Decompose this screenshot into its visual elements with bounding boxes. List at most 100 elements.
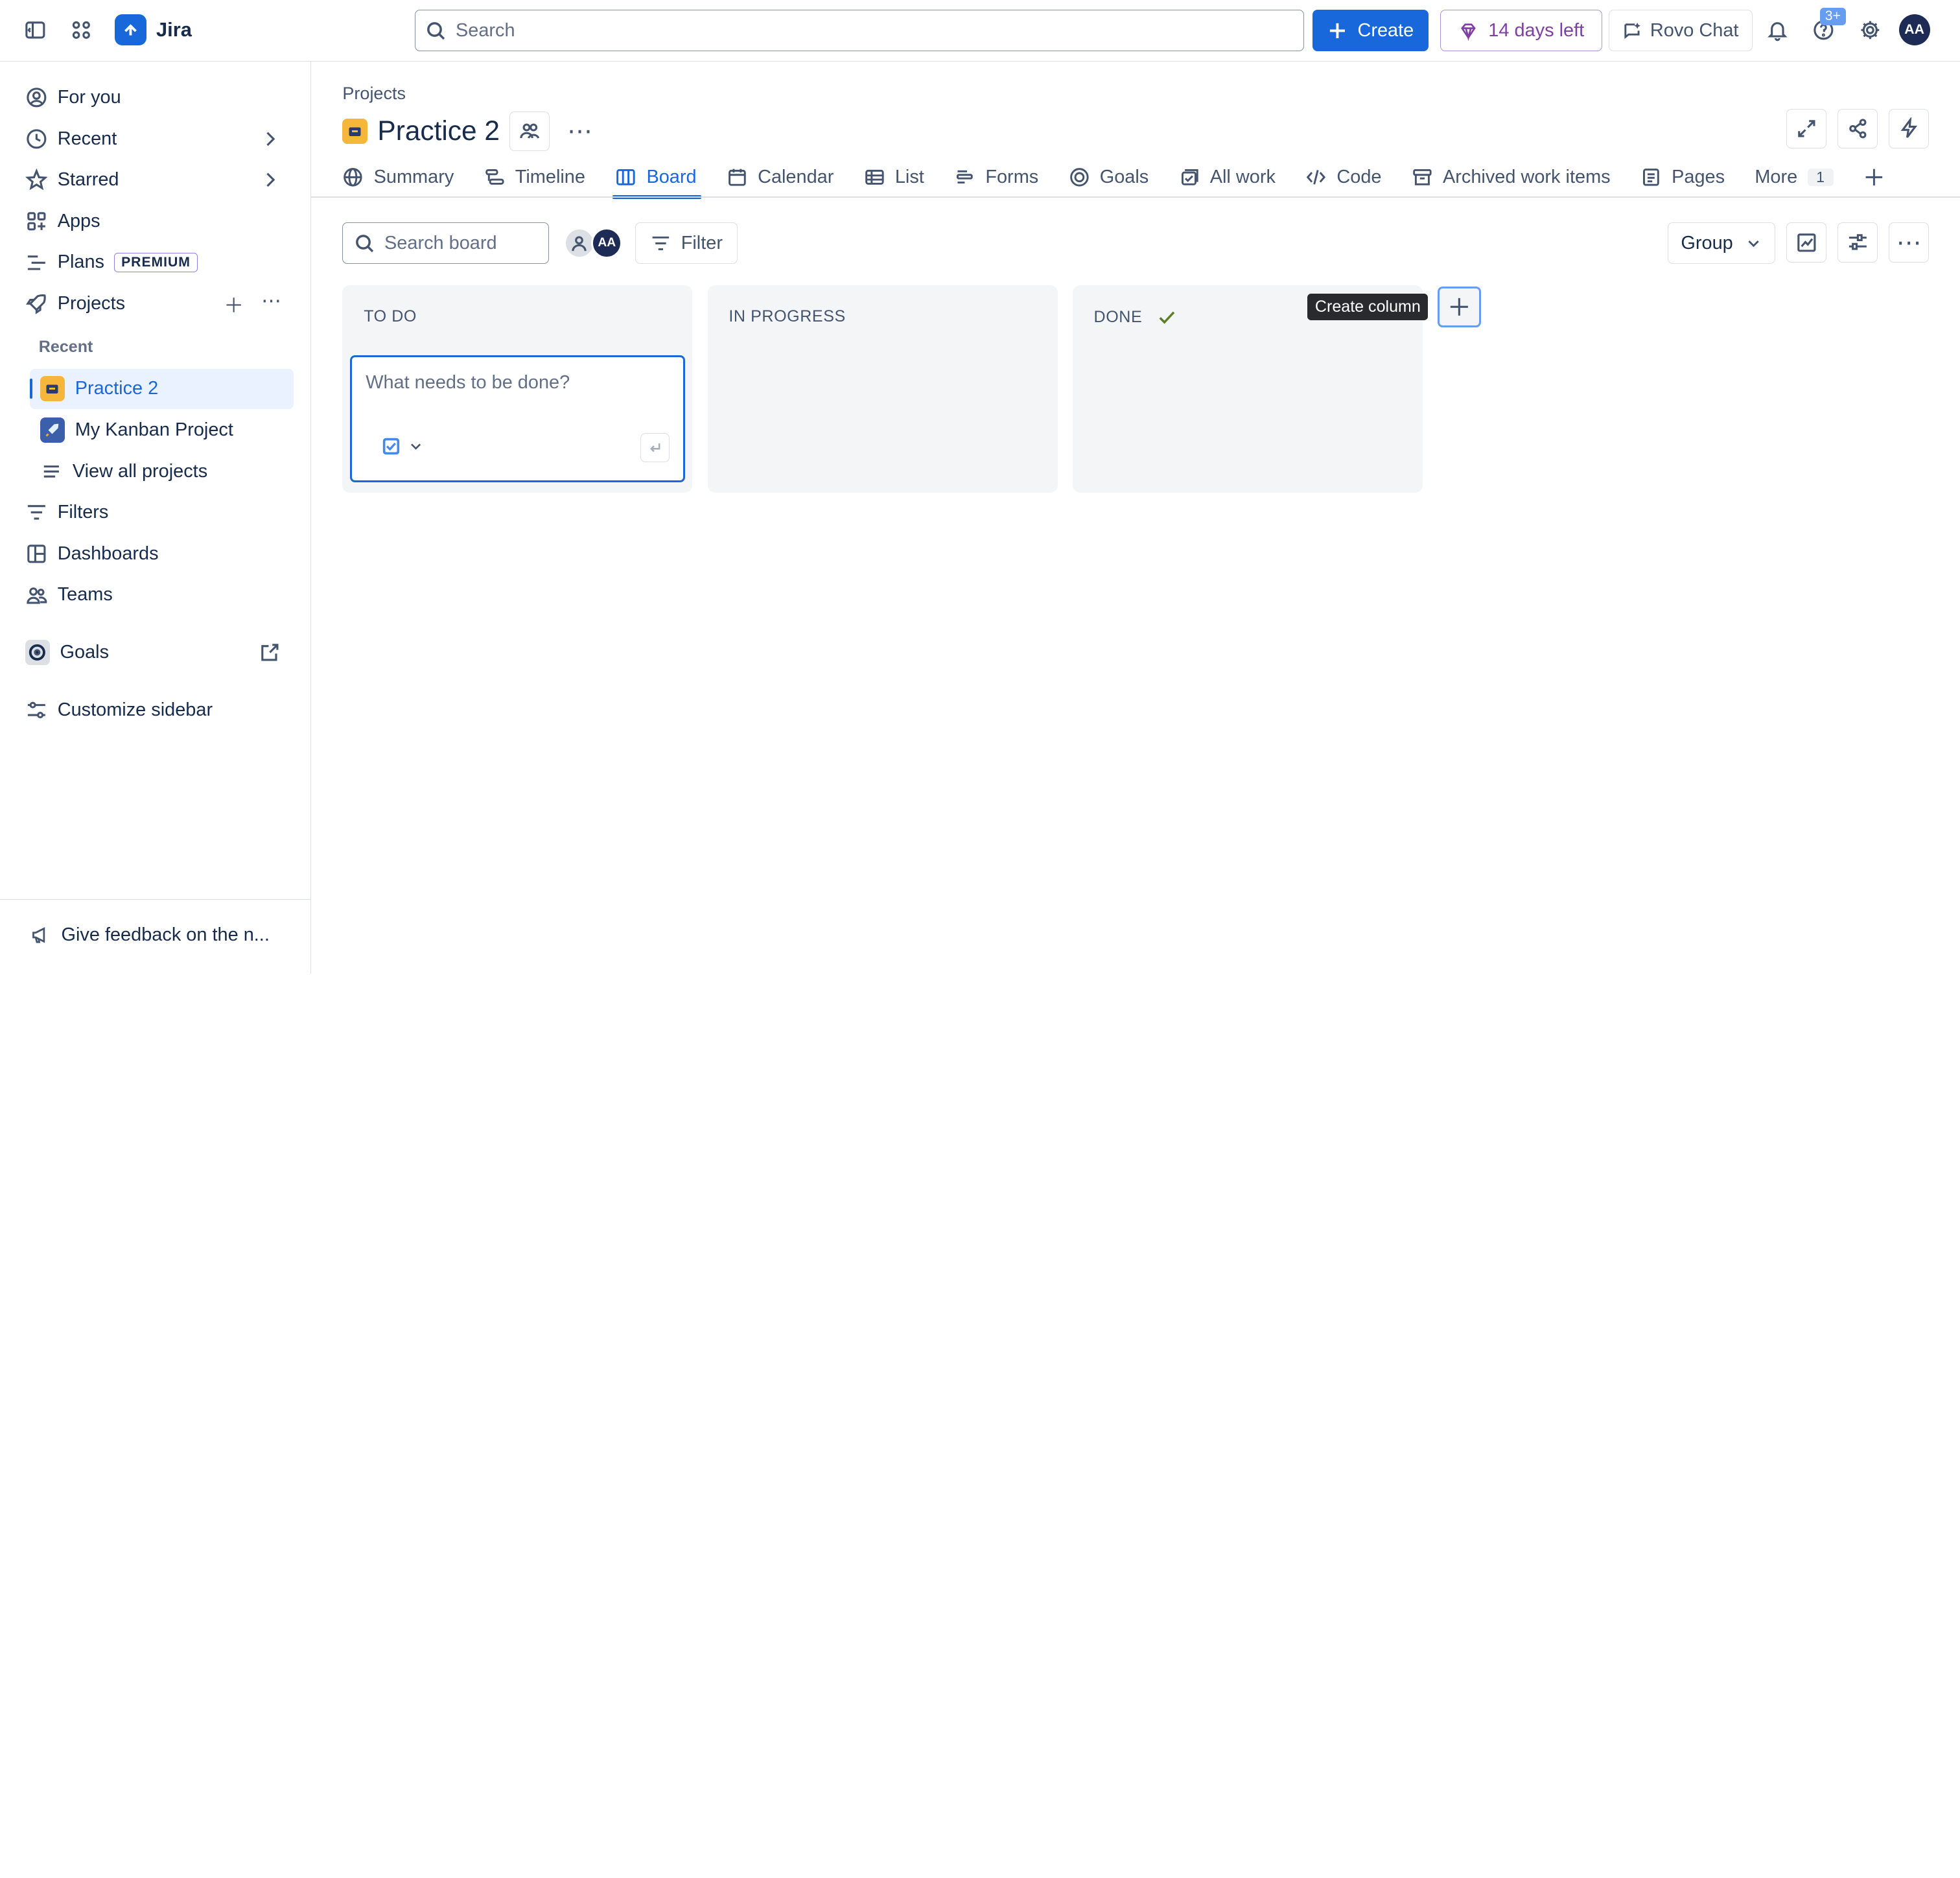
chevron-right-icon[interactable] — [259, 169, 281, 191]
filter-label: Filter — [681, 232, 723, 253]
help-badge: 3+ — [1820, 7, 1846, 26]
tab-code[interactable]: Code — [1305, 158, 1382, 198]
sidebar-project-practice-2[interactable]: Practice 2 — [30, 368, 294, 409]
group-dropdown[interactable]: Group — [1667, 222, 1775, 264]
column-header[interactable]: IN PROGRESS — [729, 307, 845, 326]
tab-all-work[interactable]: All work — [1179, 158, 1276, 198]
board-icon — [616, 169, 635, 186]
more-actions-icon[interactable]: ⋯ — [560, 113, 600, 148]
all-work-icon — [1181, 169, 1198, 186]
sidebar-project-my-kanban[interactable]: My Kanban Project — [30, 410, 294, 451]
jira-logo[interactable]: Jira — [115, 14, 192, 46]
composer-placeholder: What needs to be done? — [366, 371, 570, 393]
tab-label: Summary — [373, 167, 454, 188]
goals-icon — [25, 640, 51, 665]
app-switcher-icon[interactable] — [64, 12, 99, 47]
give-feedback-link[interactable]: Give feedback on the n... — [30, 924, 270, 946]
timeline-icon — [485, 169, 504, 185]
board-view-controls: Group ⋯ — [1667, 222, 1929, 264]
sidebar-item-goals[interactable]: Goals — [18, 633, 294, 673]
table-icon — [865, 170, 884, 185]
column-header[interactable]: DONE — [1094, 307, 1178, 327]
view-settings-icon[interactable] — [1838, 222, 1878, 263]
insights-chart-icon[interactable] — [1786, 222, 1826, 263]
tab-label: Archived work items — [1442, 167, 1611, 188]
team-access-button[interactable] — [509, 111, 550, 152]
sidebar-item-label: Recent — [57, 128, 117, 149]
tab-more[interactable]: More 1 — [1755, 158, 1834, 198]
tab-summary[interactable]: Summary — [342, 158, 454, 198]
share-icon[interactable] — [1838, 108, 1878, 149]
sidebar-item-starred[interactable]: Starred — [18, 160, 294, 200]
sidebar-item-label: Teams — [57, 584, 113, 605]
tab-timeline[interactable]: Timeline — [484, 158, 585, 198]
sidebar-toggle-icon[interactable] — [18, 12, 52, 47]
sidebar-item-recent[interactable]: Recent — [18, 119, 294, 159]
sidebar-item-label: Dashboards — [57, 543, 159, 564]
bell-icon[interactable] — [1760, 12, 1795, 47]
user-avatar[interactable]: AA — [1898, 14, 1930, 46]
filter-icon — [27, 505, 45, 520]
tabs-divider — [311, 196, 1960, 198]
top-left-controls: Jira — [18, 12, 192, 47]
board-more-icon[interactable]: ⋯ — [1889, 222, 1929, 263]
code-icon — [1306, 170, 1326, 185]
search-icon — [355, 234, 373, 252]
tab-archived[interactable]: Archived work items — [1412, 158, 1611, 198]
external-link-icon[interactable] — [259, 641, 281, 664]
sidebar-item-apps[interactable]: Apps — [18, 202, 294, 242]
tab-list[interactable]: List — [864, 158, 924, 198]
board-search-input[interactable]: Search board — [342, 222, 549, 264]
trial-button[interactable]: 14 days left — [1440, 10, 1603, 52]
target-icon — [1069, 168, 1089, 187]
breadcrumb[interactable]: Projects — [342, 84, 406, 104]
sidebar-item-teams[interactable]: Teams — [18, 575, 294, 615]
work-type-selector[interactable] — [382, 437, 423, 456]
sidebar-item-filters[interactable]: Filters — [18, 493, 294, 533]
global-search-input[interactable]: Search — [415, 10, 1304, 52]
add-project-icon[interactable]: ＋ — [224, 289, 244, 318]
rocket-icon — [25, 294, 46, 315]
create-button[interactable]: Create — [1312, 10, 1429, 52]
create-column-button[interactable] — [1437, 286, 1482, 328]
tab-label: Board — [646, 167, 697, 188]
automation-lightning-icon[interactable] — [1889, 108, 1929, 149]
tab-calendar[interactable]: Calendar — [727, 158, 834, 198]
person-icon — [572, 235, 587, 251]
column-header[interactable]: TO DO — [364, 307, 417, 326]
rovo-label: Rovo Chat — [1650, 19, 1739, 41]
view-all-projects-link[interactable]: View all projects — [30, 451, 294, 491]
app-name: Jira — [156, 18, 192, 41]
settings-gear-icon[interactable] — [1852, 12, 1887, 47]
filter-button[interactable]: Filter — [635, 222, 738, 264]
sidebar-item-dashboards[interactable]: Dashboards — [18, 534, 294, 574]
jira-app: Jira Search Create 14 days left Rovo Cha… — [0, 0, 1960, 974]
add-tab-button[interactable] — [1863, 158, 1885, 198]
column-title: IN PROGRESS — [729, 307, 846, 326]
enter-submit-icon[interactable] — [640, 433, 670, 462]
plus-icon — [1865, 169, 1882, 186]
plans-icon — [27, 255, 45, 270]
tab-pages[interactable]: Pages — [1640, 158, 1725, 198]
sidebar-item-customize[interactable]: Customize sidebar — [18, 690, 294, 731]
sidebar-item-for-you[interactable]: For you — [18, 78, 294, 118]
unassigned-avatar[interactable] — [563, 228, 595, 259]
sidebar-item-plans[interactable]: Plans PREMIUM — [18, 242, 294, 283]
rovo-chat-button[interactable]: Rovo Chat — [1609, 10, 1753, 52]
tab-goals[interactable]: Goals — [1069, 158, 1149, 198]
more-options-icon[interactable]: ⋯ — [261, 289, 281, 318]
chevron-right-icon[interactable] — [259, 128, 281, 150]
new-work-item-input[interactable]: What needs to be done? — [349, 355, 685, 483]
people-icon — [520, 123, 540, 139]
assignee-avatar[interactable]: AA — [591, 228, 623, 259]
sidebar-item-projects[interactable]: Projects ＋ ⋯ — [18, 284, 294, 324]
view-all-label: View all projects — [72, 460, 208, 482]
sidebar-item-label: Goals — [60, 642, 110, 663]
tab-forms[interactable]: Forms — [954, 158, 1038, 198]
star-icon — [25, 169, 48, 191]
tab-board[interactable]: Board — [612, 158, 702, 199]
sidebar-item-label: Projects — [57, 293, 126, 314]
fullscreen-icon[interactable] — [1786, 108, 1826, 149]
project-tabs: Summary Timeline Board Calendar List For… — [342, 158, 1885, 199]
trial-label: 14 days left — [1488, 19, 1585, 41]
